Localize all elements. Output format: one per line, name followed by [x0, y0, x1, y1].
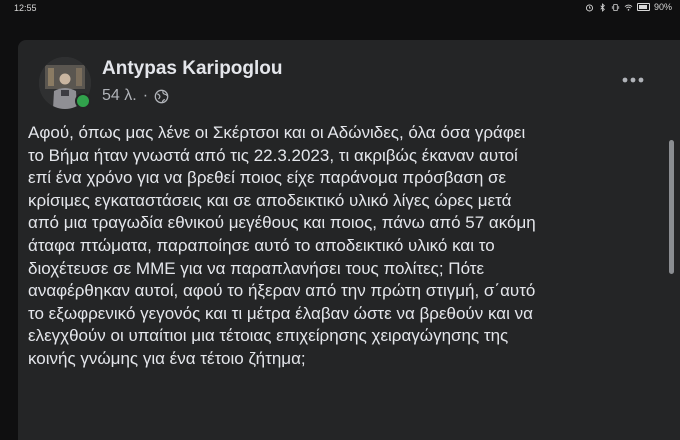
post-text: Αφού, όπως μας λένε οι Σκέρτσοι και οι Α…: [28, 122, 663, 371]
more-horizontal-icon: [622, 77, 644, 83]
post-meta: 54 λ. ·: [102, 87, 169, 105]
post-text-line: ελεγχθούν οι υπαίτιοι μια τέτοιας επιχεί…: [28, 326, 509, 346]
online-status-dot: [75, 93, 91, 109]
post-text-line: κρίσιμες εγκαταστάσεις και σε αποδεικτικ…: [28, 190, 512, 210]
post-text-line: Αφού, όπως μας λένε οι Σκέρτσοι και οι Α…: [28, 123, 526, 142]
post-text-line: αναφέρθηκαν αυτοί, αφού το ήξεραν από τη…: [28, 281, 536, 301]
post-card: Antypas Karipoglou 54 λ. · Αφού, όπως μα…: [18, 40, 680, 440]
post-text-line: άταφα πτώματα, παραποίησε αυτό το αποδει…: [28, 235, 495, 255]
post-text-line: κοινής γνώμης για ένα τέτοιο ζήτημα;: [28, 348, 306, 368]
alarm-icon: [585, 3, 593, 11]
post-text-line: το εξωφρενικό γεγονός και τι μέτρα έλαβα…: [28, 303, 533, 323]
status-time: 12:55: [14, 3, 37, 13]
wifi-icon: [624, 4, 633, 11]
status-bar: 12:55 90%: [0, 0, 680, 17]
post-text-line: επί ένα χρόνο για να βρεθεί ποιος είχε π…: [28, 168, 507, 188]
post-text-line: διοχέτευσε σε ΜΜΕ για να παραπλανήσει το…: [28, 258, 485, 278]
meta-separator: ·: [142, 87, 149, 104]
post-text-line: από μια τραγωδία εθνικού μεγέθους και πο…: [28, 213, 536, 233]
battery-icon: [636, 3, 650, 11]
battery-level: 90%: [653, 2, 672, 12]
scrollbar-thumb[interactable]: [669, 140, 674, 274]
vibrate-icon: [611, 3, 620, 11]
post-time[interactable]: 54 λ.: [102, 87, 137, 105]
post-text-line: το Βήμα ήταν γνωστά από τις 22.3.2023, τ…: [28, 145, 518, 165]
post-author-name[interactable]: Antypas Karipoglou: [102, 58, 283, 80]
bluetooth-icon: [600, 2, 605, 12]
status-icons: 90%: [585, 2, 672, 12]
post-options-button[interactable]: [616, 68, 650, 92]
globe-icon: [154, 89, 169, 103]
